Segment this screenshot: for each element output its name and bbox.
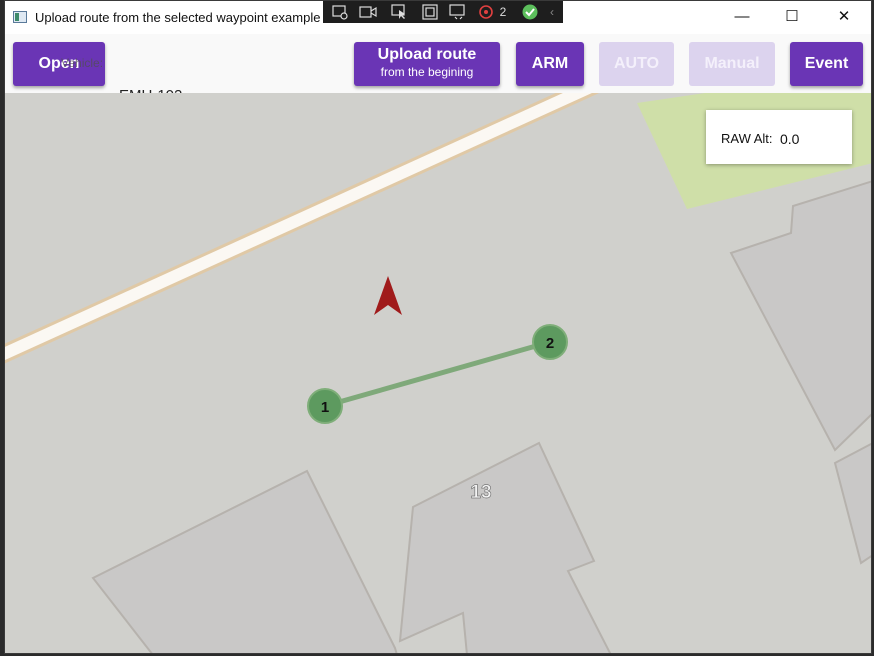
upload-route-label: Upload route [377, 46, 477, 63]
collapse-chevron-icon[interactable]: ‹ [545, 4, 559, 20]
waypoint-2-label: 2 [546, 335, 554, 352]
display-layout-adorners-icon[interactable] [419, 4, 441, 20]
debug-toolbar: 2 ‹ [323, 1, 563, 23]
title-bar[interactable]: Upload route from the selected waypoint … [5, 1, 871, 34]
binding-failures-icon[interactable] [475, 4, 497, 20]
map-view[interactable]: 13 1 2 [5, 93, 872, 654]
minimize-button[interactable]: — [719, 1, 765, 33]
window-title: Upload route from the selected waypoint … [35, 10, 321, 25]
auto-button[interactable]: AUTO [599, 42, 674, 86]
select-element-icon[interactable] [389, 4, 411, 20]
track-focus-icon[interactable] [447, 4, 469, 20]
app-window: Upload route from the selected waypoint … [4, 0, 872, 654]
raw-alt-value: 0.0 [780, 131, 800, 147]
checkmark-icon[interactable] [519, 4, 541, 20]
manual-button[interactable]: Manual [689, 42, 775, 86]
binding-failures-count: 2 [499, 5, 507, 19]
waypoint-marker-2[interactable]: 2 [532, 324, 568, 360]
upload-route-button[interactable]: Upload route from the begining [354, 42, 500, 86]
building-number-label: 13 [470, 482, 491, 503]
live-visual-tree-icon[interactable] [329, 4, 351, 20]
app-icon [13, 11, 27, 23]
event-button[interactable]: Event [790, 42, 863, 86]
waypoint-marker-1[interactable]: 1 [307, 388, 343, 424]
raw-alt-label: RAW Alt: [721, 131, 773, 146]
raw-alt-panel: RAW Alt: 0.0 [706, 110, 852, 164]
waypoint-1-label: 1 [321, 399, 329, 416]
close-button[interactable]: ✕ [821, 1, 867, 33]
video-icon[interactable] [357, 4, 379, 20]
vehicle-label: Vehicle: [61, 56, 104, 70]
command-toolbar: Open EMU-102 Upload route from the begin… [5, 34, 871, 110]
upload-route-sublabel: from the begining [380, 65, 474, 79]
maximize-button[interactable]: ☐ [769, 1, 815, 33]
arm-button[interactable]: ARM [516, 42, 584, 86]
